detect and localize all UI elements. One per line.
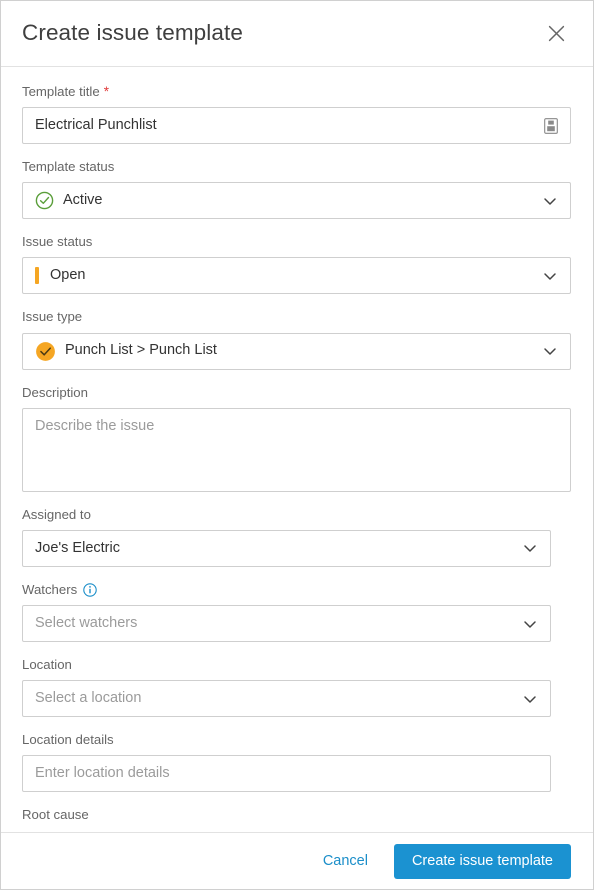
label-template-title: Template title * xyxy=(22,83,109,99)
create-issue-template-dialog: Create issue template Template title * E… xyxy=(0,0,594,890)
dialog-body-scroll-area[interactable]: Template title * Electrical Punchlist Te… xyxy=(1,67,593,832)
required-marker: * xyxy=(103,83,109,99)
field-assigned-to: Assigned to Joe's Electric xyxy=(22,506,571,567)
close-icon xyxy=(548,25,565,42)
dialog-header: Create issue template xyxy=(1,1,593,67)
cancel-button[interactable]: Cancel xyxy=(313,845,378,877)
dialog-footer: Cancel Create issue template xyxy=(1,832,593,889)
issue-type-select[interactable]: Punch List > Punch List xyxy=(22,332,571,370)
issue-type-value: Punch List > Punch List xyxy=(65,342,217,359)
location-details-input[interactable]: Enter location details xyxy=(22,755,551,793)
location-details-placeholder: Enter location details xyxy=(35,765,170,782)
template-status-select[interactable]: Active xyxy=(22,182,571,220)
location-placeholder: Select a location xyxy=(35,690,142,707)
issue-status-value: Open xyxy=(50,267,86,284)
template-status-value: Active xyxy=(63,192,103,209)
label-template-status: Template status xyxy=(22,159,115,175)
field-issue-type: Issue type Punch List > Punch List xyxy=(22,308,571,370)
field-location: Location Select a location xyxy=(22,656,571,718)
field-description: Description Describe the issue xyxy=(22,384,571,492)
chevron-down-icon xyxy=(522,691,538,707)
chevron-down-icon xyxy=(542,193,558,209)
watchers-placeholder: Select watchers xyxy=(35,614,138,631)
label-location: Location xyxy=(22,657,72,673)
field-template-status: Template status Active xyxy=(22,158,571,220)
chevron-down-icon xyxy=(522,540,538,556)
chevron-down-icon xyxy=(542,268,558,284)
check-circle-outline-icon xyxy=(35,191,54,210)
create-issue-template-button[interactable]: Create issue template xyxy=(393,843,571,879)
status-color-bar xyxy=(35,267,39,285)
label-root-cause: Root cause xyxy=(22,807,89,823)
label-description: Description xyxy=(22,384,88,400)
chevron-down-icon xyxy=(542,343,558,359)
template-title-value: Electrical Punchlist xyxy=(35,116,157,133)
check-circle-filled-icon xyxy=(35,341,56,362)
watchers-select[interactable]: Select watchers xyxy=(22,605,551,643)
location-select[interactable]: Select a location xyxy=(22,680,551,718)
description-textarea[interactable]: Describe the issue xyxy=(22,407,571,492)
label-location-details: Location details xyxy=(22,732,114,748)
field-issue-status: Issue status Open xyxy=(22,233,571,295)
info-circle-icon[interactable] xyxy=(83,582,97,597)
label-assigned-to: Assigned to xyxy=(22,506,91,522)
field-template-title: Template title * Electrical Punchlist xyxy=(22,83,571,145)
label-issue-status: Issue status xyxy=(22,234,93,250)
close-button[interactable] xyxy=(541,19,571,49)
template-title-input[interactable]: Electrical Punchlist xyxy=(22,107,571,145)
page-title: Create issue template xyxy=(22,20,243,46)
issue-status-select[interactable]: Open xyxy=(22,257,571,295)
field-watchers: Watchers Select watchers xyxy=(22,581,571,643)
description-placeholder: Describe the issue xyxy=(35,417,155,434)
label-watchers: Watchers xyxy=(22,581,571,598)
field-location-details: Location details Enter location details xyxy=(22,731,571,793)
template-save-icon[interactable] xyxy=(544,117,558,134)
assigned-to-value: Joe's Electric xyxy=(35,539,120,556)
chevron-down-icon xyxy=(522,616,538,632)
label-issue-type: Issue type xyxy=(22,309,83,325)
assigned-to-select[interactable]: Joe's Electric xyxy=(22,529,551,567)
